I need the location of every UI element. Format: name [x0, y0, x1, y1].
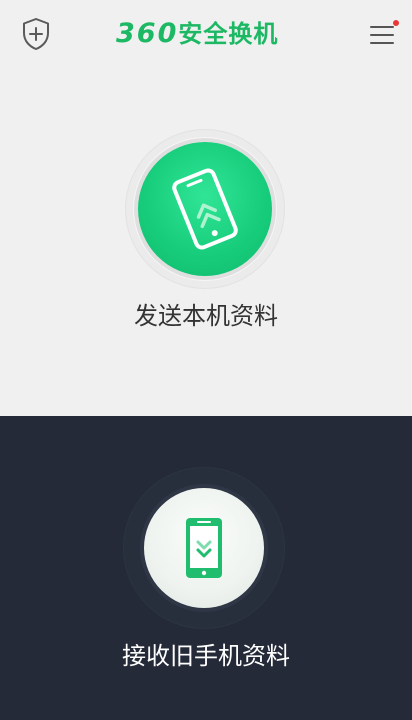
receive-section: 接收旧手机资料 [0, 416, 412, 720]
app-header: 360安全换机 [0, 0, 412, 70]
menu-button[interactable] [365, 20, 399, 50]
menu-bar-icon [370, 42, 394, 44]
app-screen: 360安全换机 发送本机资料 接收旧手机资料 [0, 0, 412, 720]
app-title: 360安全换机 [116, 16, 306, 52]
send-label[interactable]: 发送本机资料 [0, 296, 412, 331]
notification-dot [393, 20, 399, 26]
menu-bar-icon [370, 26, 394, 28]
app-title-digits: 360 [116, 18, 179, 49]
send-section: 发送本机资料 [0, 70, 412, 416]
phone-download-icon [186, 518, 222, 578]
send-button[interactable] [138, 142, 272, 276]
app-title-text: 安全换机 [178, 20, 279, 48]
shield-plus-icon[interactable] [20, 17, 52, 51]
phone-upload-icon [172, 168, 238, 250]
receive-button[interactable] [144, 488, 264, 608]
receive-label[interactable]: 接收旧手机资料 [0, 636, 412, 671]
menu-bar-icon [370, 34, 394, 36]
